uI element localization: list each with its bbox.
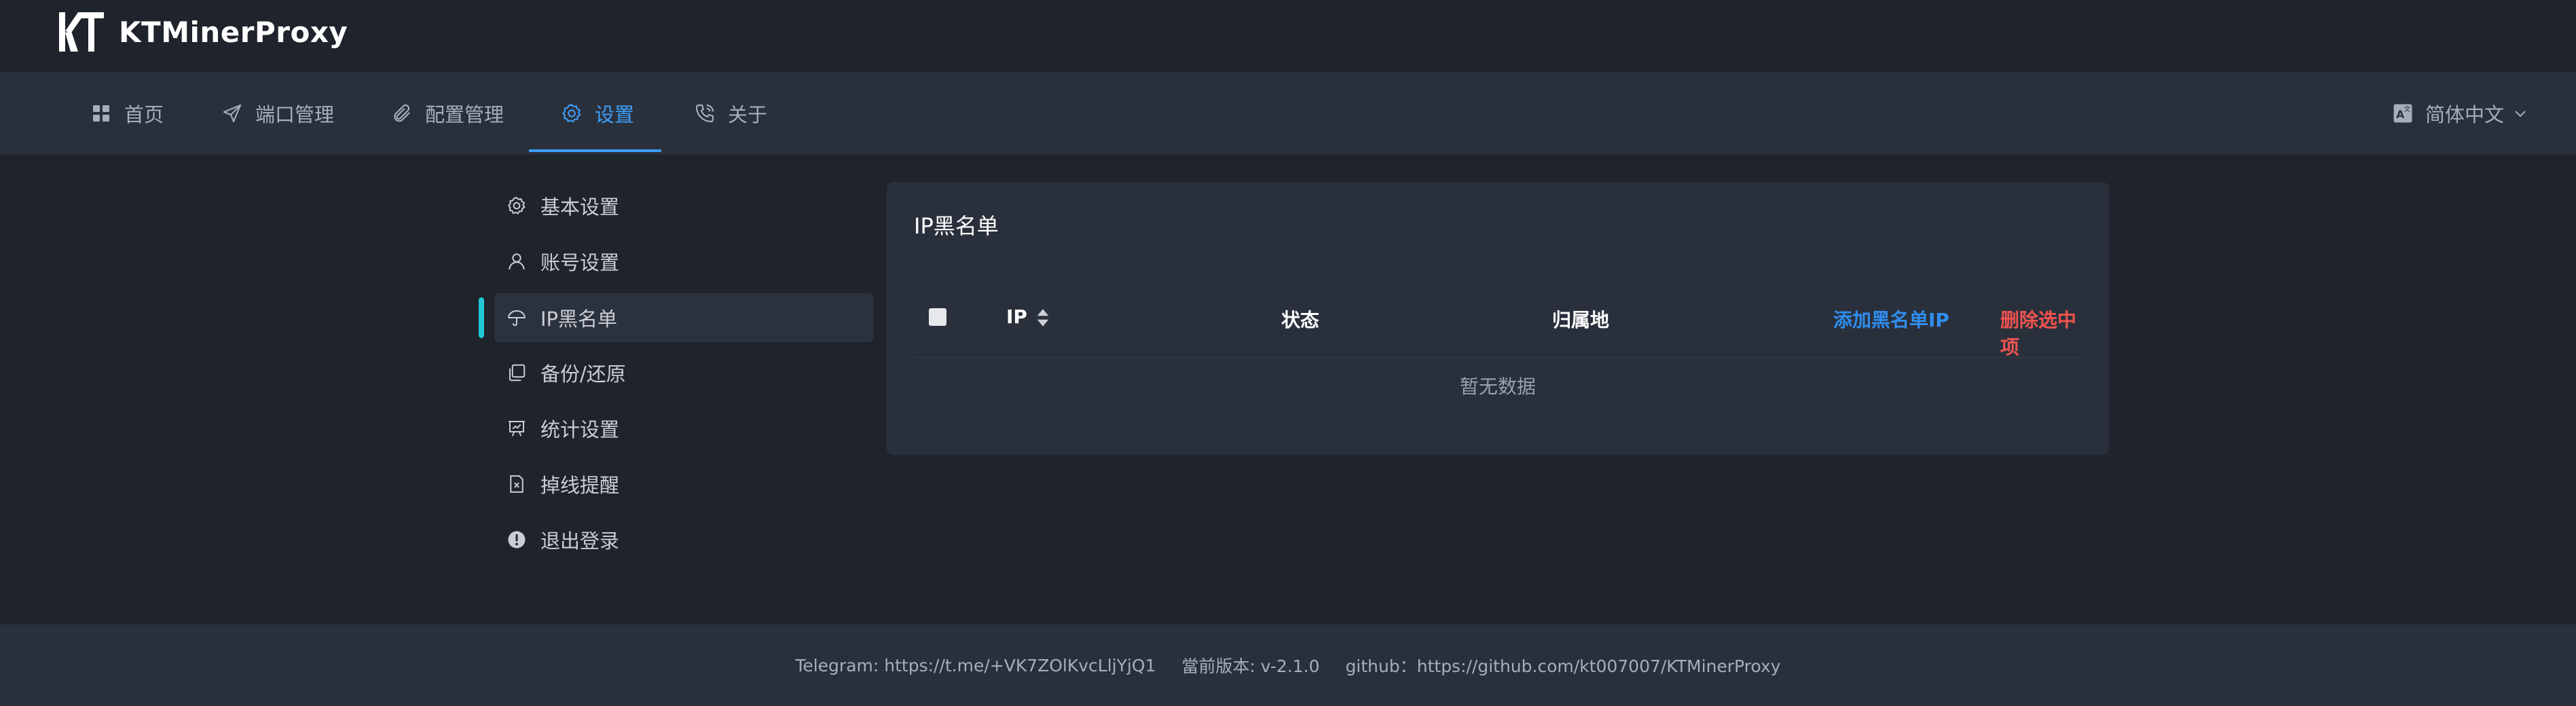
column-ip-label: IP: [1006, 305, 1027, 328]
grid-icon: [93, 105, 109, 122]
nav-item-label: 配置管理: [425, 103, 504, 126]
active-tab-underline: [529, 149, 661, 152]
footer-telegram-link[interactable]: Telegram: https://t.me/+VK7ZOlKvcLljYjQ1: [795, 656, 1156, 675]
select-all-checkbox[interactable]: [929, 308, 946, 326]
sidebar-item-label: 统计设置: [540, 418, 620, 441]
gear-icon: [508, 197, 526, 215]
nav-item-home[interactable]: 首页: [90, 72, 164, 155]
app-logo[interactable]: KTMinerProxy: [58, 11, 348, 53]
nav-item-label: 关于: [728, 103, 768, 126]
nav-item-config[interactable]: 配置管理: [391, 72, 504, 155]
sidebar-item-statistics-settings[interactable]: 统计设置: [494, 404, 873, 453]
translate-icon: A 文: [2393, 104, 2412, 123]
nav-item-label: 设置: [595, 103, 635, 126]
language-label: 简体中文: [2425, 103, 2504, 126]
presentation-icon: [509, 421, 525, 436]
sidebar-item-offline-alert[interactable]: 掉线提醒: [494, 460, 873, 508]
copy-icon: [509, 364, 526, 382]
svg-text:A: A: [2396, 109, 2404, 121]
footer-version: 當前版本: v-2.1.0: [1181, 656, 1320, 676]
footer-github-link[interactable]: github：https://github.com/kt007007/KTMin…: [1346, 653, 1781, 677]
send-icon: [223, 104, 242, 123]
add-blacklist-ip-button[interactable]: 添加黑名单IP: [1833, 305, 1949, 333]
nav-item-settings[interactable]: 设置: [561, 72, 634, 155]
paperclip-icon: [394, 104, 410, 122]
sidebar-item-label: 备份/还原: [540, 363, 626, 386]
sidebar-item-basic-settings[interactable]: 基本设置: [494, 181, 873, 230]
nav-item-ports[interactable]: 端口管理: [221, 72, 334, 155]
svg-text:文: 文: [2404, 105, 2410, 113]
active-menu-marker: [479, 297, 484, 338]
delete-selected-button[interactable]: 删除选中项: [2000, 305, 2082, 360]
sidebar-item-label: 账号设置: [540, 251, 620, 274]
exclamation-circle-icon: [508, 531, 526, 549]
sidebar-item-ip-blacklist[interactable]: IP黑名单: [494, 293, 873, 342]
sidebar-item-account-settings[interactable]: 账号设置: [494, 237, 873, 286]
sort-icon[interactable]: [1035, 308, 1050, 328]
column-location: 归属地: [1552, 309, 1610, 331]
sidebar-item-label: 掉线提醒: [540, 474, 620, 497]
panel-title: IP黑名单: [914, 213, 999, 239]
kt-logo-icon: [59, 12, 104, 52]
user-icon: [509, 253, 525, 270]
sidebar-item-logout[interactable]: 退出登录: [494, 515, 873, 564]
sidebar-item-label: 退出登录: [540, 530, 620, 553]
sidebar-item-label: IP黑名单: [540, 308, 618, 331]
language-selector[interactable]: A 文 简体中文: [2391, 72, 2528, 155]
sidebar-item-backup-restore[interactable]: 备份/还原: [494, 348, 873, 397]
main-nav: 首页 端口管理 配置管理 设置 关于 A 文 简体中文: [0, 72, 2576, 155]
umbrella-icon: [508, 310, 526, 327]
nav-item-about[interactable]: 关于: [694, 72, 767, 155]
footer: Telegram: https://t.me/+VK7ZOlKvcLljYjQ1…: [0, 625, 2576, 706]
column-status: 状态: [1281, 309, 1320, 331]
empty-state-text: 暂无数据: [1459, 375, 1536, 398]
sidebar-item-label: 基本设置: [540, 196, 620, 219]
footer-info: Telegram: https://t.me/+VK7ZOlKvcLljYjQ1…: [0, 625, 2576, 706]
file-icon: [510, 475, 523, 493]
top-bar: KTMinerProxy: [0, 0, 2576, 72]
phone-icon: [695, 104, 714, 123]
table-header: IP 状态 归属地 添加黑名单IP 删除选中项: [914, 282, 2082, 358]
chevron-down-icon: [2515, 111, 2526, 117]
nav-item-label: 首页: [124, 103, 164, 126]
app-title: KTMinerProxy: [119, 15, 348, 49]
column-ip[interactable]: IP: [1006, 305, 1050, 328]
ip-blacklist-panel: IP黑名单 IP 状态 归属地 添加黑名单IP 删除选中项 暂无数据: [887, 182, 2109, 455]
nav-item-label: 端口管理: [255, 103, 335, 126]
gear-icon: [562, 104, 581, 123]
